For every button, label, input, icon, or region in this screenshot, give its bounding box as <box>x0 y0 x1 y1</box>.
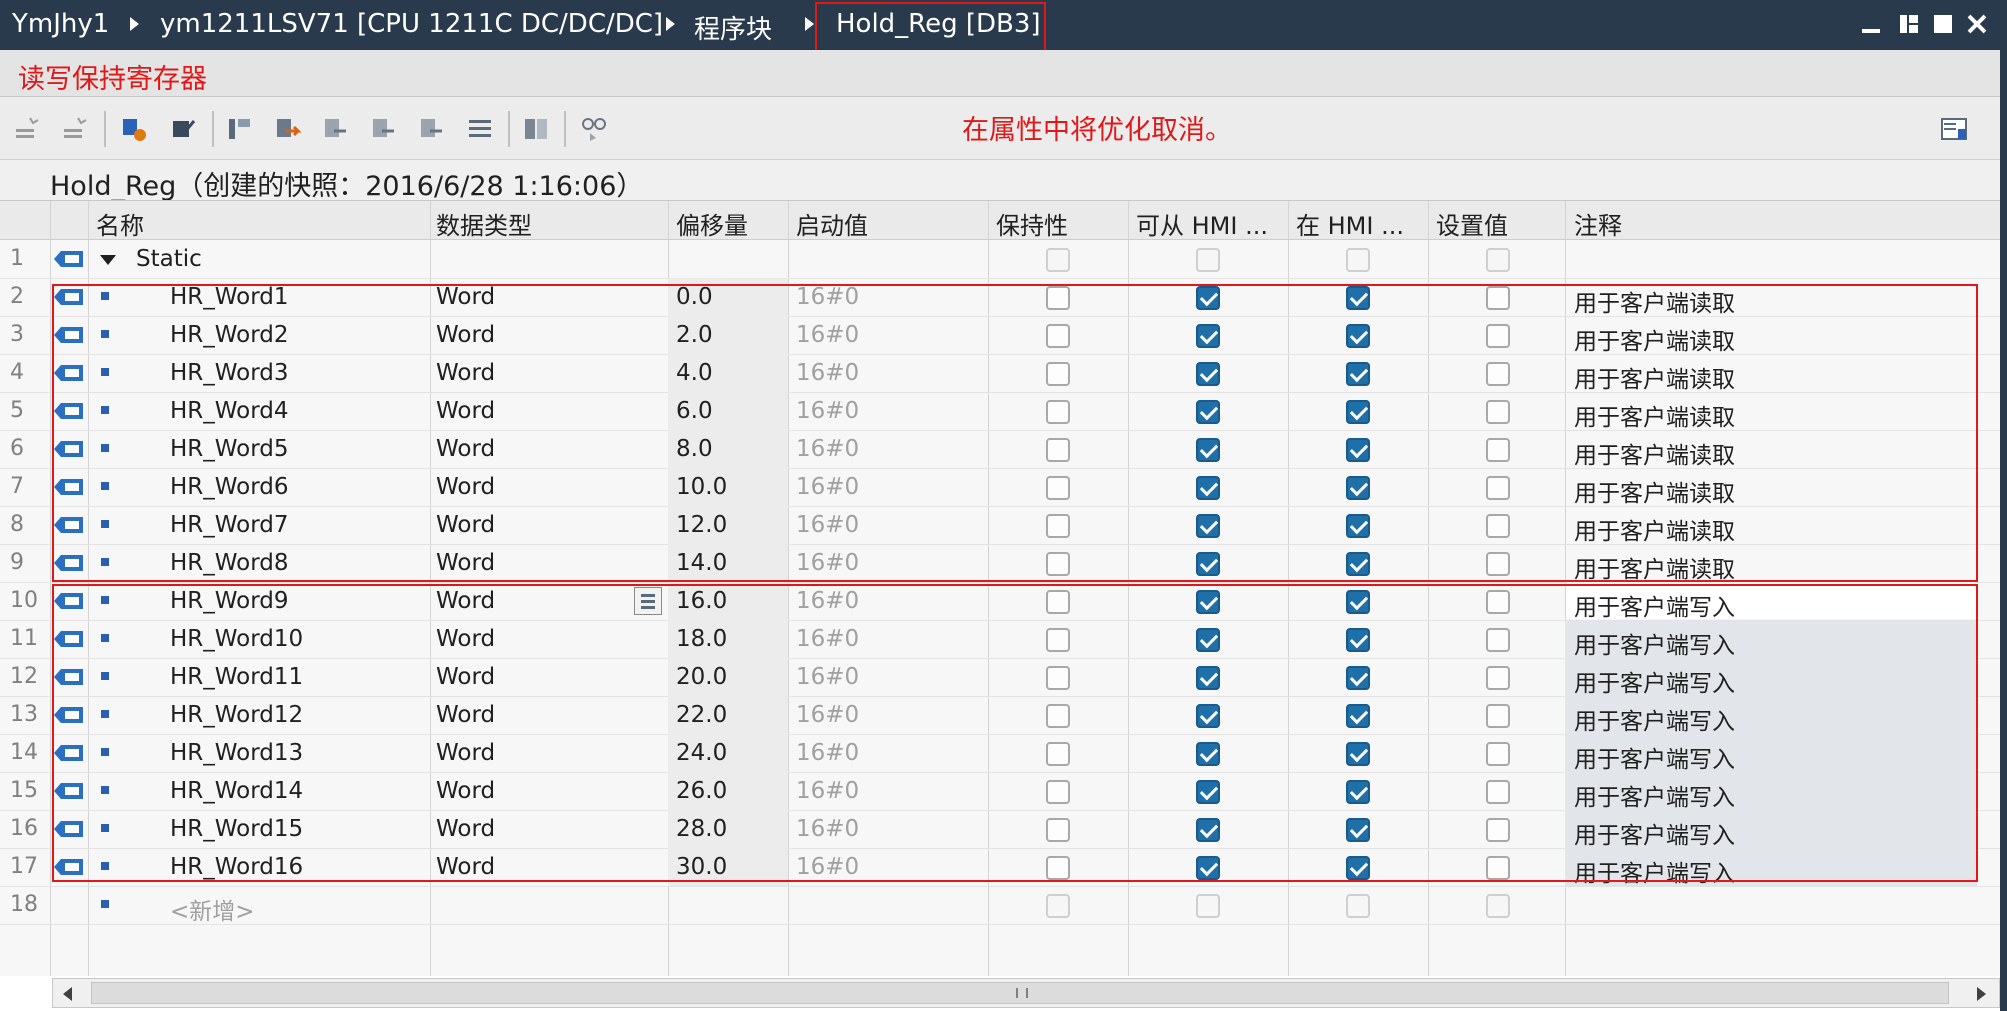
add-row-icon[interactable] <box>62 115 90 143</box>
breadcrumb-separator-icon <box>130 17 139 31</box>
column-header-data-type[interactable]: 数据类型 <box>436 206 532 241</box>
row-number: 2 <box>10 284 24 309</box>
list-view-icon[interactable] <box>466 115 494 143</box>
snapshot-title: Hold_Reg（创建的快照：2016/6/28 1:16:06） <box>50 171 644 202</box>
row-number: 10 <box>10 588 38 613</box>
maximize-icon[interactable] <box>1932 13 1954 35</box>
breadcrumb-separator-icon <box>666 17 675 31</box>
retain-checkbox[interactable] <box>1046 248 1070 272</box>
load-start-values-icon[interactable] <box>322 115 350 143</box>
setpoint-checkbox[interactable] <box>1486 894 1510 918</box>
row-number: 11 <box>10 626 38 651</box>
scroll-left-arrow-icon[interactable] <box>63 987 72 1001</box>
column-header-visible-in-hmi[interactable]: 在 HMI ... <box>1296 206 1426 241</box>
table-row-static[interactable]: 1 Static <box>0 240 2000 279</box>
hmi-visible-checkbox[interactable] <box>1346 894 1370 918</box>
data-block-table: 名称 数据类型 偏移量 启动值 保持性 可从 HMI ... 在 HMI ...… <box>0 200 2000 976</box>
minimize-icon[interactable] <box>1860 13 1882 35</box>
close-icon[interactable] <box>1966 13 1988 35</box>
row-number: 5 <box>10 398 24 423</box>
column-header-retain[interactable]: 保持性 <box>996 206 1068 241</box>
glasses-icon[interactable] <box>580 115 608 143</box>
monitor-all-icon[interactable] <box>522 115 550 143</box>
insert-row-icon[interactable] <box>14 115 42 143</box>
add-new-placeholder[interactable]: <新增> <box>170 892 255 926</box>
row-number: 18 <box>10 892 38 917</box>
table-header: 名称 数据类型 偏移量 启动值 保持性 可从 HMI ... 在 HMI ...… <box>0 201 2000 240</box>
note-read-write-holding-registers: 读写保持寄存器 <box>18 64 207 95</box>
setpoint-checkbox[interactable] <box>1486 248 1510 272</box>
collapse-triangle-icon[interactable] <box>100 255 116 265</box>
window-border <box>2000 50 2007 1011</box>
row-number: 8 <box>10 512 24 537</box>
column-header-accessible-from-hmi[interactable]: 可从 HMI ... <box>1136 206 1286 241</box>
save-snapshot-icon[interactable] <box>370 115 398 143</box>
static-label: Static <box>136 246 202 272</box>
annotation-row: 读写保持寄存器 <box>0 50 2000 97</box>
row-number: 7 <box>10 474 24 499</box>
highlight-box-write-registers <box>52 584 1978 882</box>
row-number: 12 <box>10 664 38 689</box>
row-number: 6 <box>10 436 24 461</box>
scrollbar-thumb[interactable] <box>91 982 1949 1004</box>
float-window-icon[interactable] <box>1898 13 1920 35</box>
column-header-name[interactable]: 名称 <box>96 206 144 241</box>
toolbar-divider <box>212 111 214 147</box>
row-number: 9 <box>10 550 24 575</box>
copy-snapshot-icon[interactable] <box>274 115 302 143</box>
row-number: 17 <box>10 854 38 879</box>
row-number: 14 <box>10 740 38 765</box>
row-number: 15 <box>10 778 38 803</box>
row-number: 4 <box>10 360 24 385</box>
column-header-setpoint[interactable]: 设置值 <box>1436 206 1508 241</box>
edit-block-icon[interactable] <box>170 115 198 143</box>
retain-checkbox[interactable] <box>1046 894 1070 918</box>
hmi-accessible-checkbox[interactable] <box>1196 248 1220 272</box>
properties-panel-icon[interactable] <box>1940 115 1968 143</box>
scrollbar-grip-icon <box>1016 988 1028 998</box>
row-number: 1 <box>10 246 24 271</box>
row-number: 16 <box>10 816 38 841</box>
breadcrumb-project[interactable]: YmJhy1 <box>12 9 109 39</box>
note-disable-optimization: 在属性中将优化取消。 <box>962 115 1232 146</box>
column-header-comment[interactable]: 注释 <box>1574 206 1622 241</box>
toolbar: 在属性中将优化取消。 <box>0 97 2000 160</box>
breadcrumb-separator-icon <box>805 17 814 31</box>
column-header-start-value[interactable]: 启动值 <box>796 206 868 241</box>
breadcrumb-device[interactable]: ym1211LSV71 [CPU 1211C DC/DC/DC] <box>160 9 663 39</box>
snapshot-icon[interactable] <box>226 115 254 143</box>
load-snapshot-icon[interactable] <box>418 115 446 143</box>
block-header: Hold_Reg（创建的快照：2016/6/28 1:16:06） <box>0 160 2000 202</box>
highlight-box-read-registers <box>52 284 1978 582</box>
table-row-add-new[interactable]: 18 <新增> <box>0 886 2000 925</box>
scroll-right-arrow-icon[interactable] <box>1977 987 1986 1001</box>
expand-all-icon[interactable] <box>120 115 148 143</box>
column-header-offset[interactable]: 偏移量 <box>676 206 748 241</box>
hmi-visible-checkbox[interactable] <box>1346 248 1370 272</box>
db-tag-icon <box>54 251 83 267</box>
hmi-accessible-checkbox[interactable] <box>1196 894 1220 918</box>
horizontal-scrollbar[interactable] <box>52 978 2000 1008</box>
row-number: 13 <box>10 702 38 727</box>
row-number: 3 <box>10 322 24 347</box>
toolbar-divider <box>508 111 510 147</box>
member-bullet-icon <box>101 900 109 908</box>
toolbar-divider <box>104 111 106 147</box>
toolbar-divider <box>564 111 566 147</box>
breadcrumb-folder[interactable]: 程序块 <box>694 9 772 46</box>
